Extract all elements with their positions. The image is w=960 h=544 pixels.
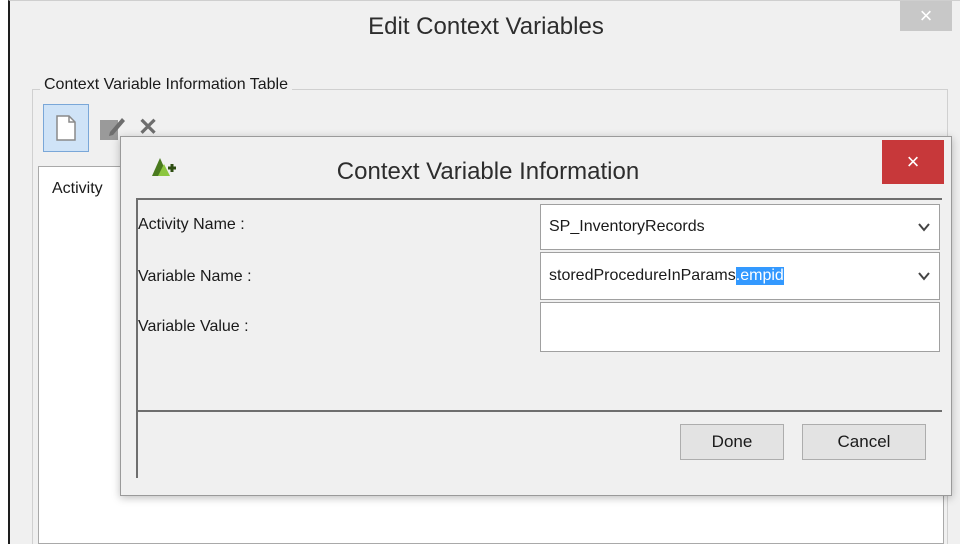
cancel-button[interactable]: Cancel [802,424,926,460]
variable-name-value: storedProcedureInParams [549,267,736,284]
variable-value-input[interactable] [540,302,940,352]
window-close-button[interactable]: × [900,1,952,31]
form-divider [136,198,942,200]
chevron-down-icon [918,223,930,232]
variable-name-label: Variable Name : [138,268,252,285]
new-document-icon [56,115,76,141]
activity-name-select[interactable]: SP_InventoryRecords [540,204,940,250]
activity-name-value: SP_InventoryRecords [549,218,705,235]
variable-name-selected-text: .empid [735,267,784,285]
activity-name-label: Activity Name : [138,216,245,233]
dialog-title: Context Variable Information [336,158,640,185]
form-divider [136,198,138,478]
dialog-close-button[interactable]: × [882,140,944,184]
new-variable-button[interactable] [43,104,89,152]
chevron-down-icon [918,272,930,281]
group-label: Context Variable Information Table [40,76,292,94]
button-divider [138,410,942,412]
window-title: Edit Context Variables [368,13,604,40]
table-header-activity[interactable]: Activity [52,180,103,198]
done-button[interactable]: Done [680,424,784,460]
variable-name-select[interactable]: storedProcedureInParams .empid [540,252,940,300]
variable-value-label: Variable Value : [138,318,249,335]
